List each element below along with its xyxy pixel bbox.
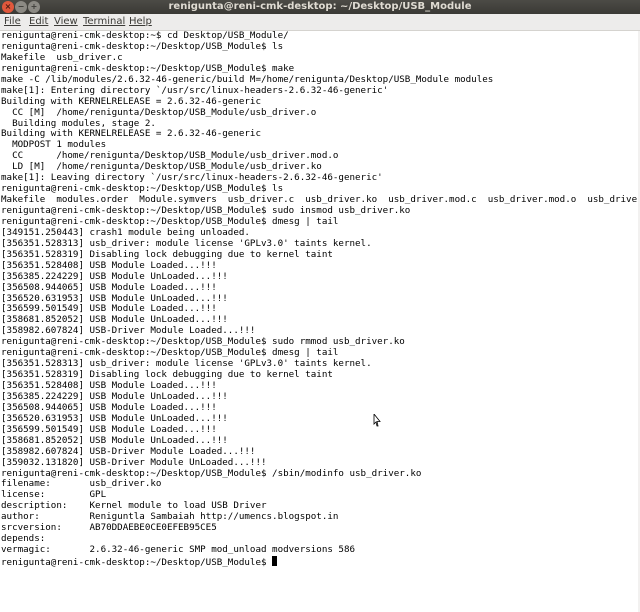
title-bar[interactable]: × − + renigunta@reni-cmk-desktop: ~/Desk… (0, 0, 640, 14)
menu-view-label: View (54, 16, 78, 27)
terminal-line: [356385.224229] USB Module UnLoaded...!!… (1, 270, 228, 282)
text-cursor (272, 556, 278, 566)
menu-terminal[interactable]: Terminal (83, 16, 125, 28)
terminal-line: srcversion: AB70DDAEBE0CE0EFEB95CE5 (1, 522, 217, 534)
terminal-line: [358681.852052] USB Module UnLoaded...!!… (1, 434, 228, 446)
terminal-window: × − + renigunta@reni-cmk-desktop: ~/Desk… (0, 0, 640, 612)
menu-help[interactable]: Help (129, 16, 152, 28)
terminal-line: Building with KERNELRELEASE = 2.6.32-46-… (1, 95, 261, 107)
terminal-prompt-line: renigunta@reni-cmk-desktop:~/Desktop/USB… (1, 556, 637, 568)
menu-help-label: Help (129, 16, 152, 27)
terminal-line: vermagic: 2.6.32-46-generic SMP mod_unlo… (1, 544, 356, 556)
terminal-line: [356351.528408] USB Module Loaded...!!! (1, 259, 217, 271)
terminal-line: [356508.944065] USB Module Loaded...!!! (1, 281, 217, 293)
terminal-line: make[1]: Entering directory `/usr/src/li… (1, 84, 389, 96)
menu-terminal-label: Terminal (83, 16, 126, 27)
terminal-line: [358982.607824] USB-Driver Module Loaded… (1, 445, 256, 457)
window-title: renigunta@reni-cmk-desktop: ~/Desktop/US… (168, 1, 472, 12)
menu-bar: File Edit View Terminal Help (0, 14, 640, 31)
terminal-prompt: renigunta@reni-cmk-desktop:~/Desktop/USB… (1, 557, 273, 568)
terminal-output[interactable]: renigunta@reni-cmk-desktop:~$ cd Desktop… (1, 31, 637, 612)
menu-file[interactable]: File (4, 16, 21, 28)
menu-edit-label: Edit (29, 16, 49, 27)
terminal-line: CC [M] /home/renigunta/Desktop/USB_Modul… (1, 106, 317, 118)
terminal-line: [359032.131820] USB-Driver Module UnLoad… (1, 456, 267, 468)
menu-view[interactable]: View (54, 16, 78, 28)
mouse-pointer-icon (373, 414, 381, 427)
menu-edit[interactable]: Edit (29, 16, 48, 28)
menu-file-label: File (4, 16, 21, 27)
